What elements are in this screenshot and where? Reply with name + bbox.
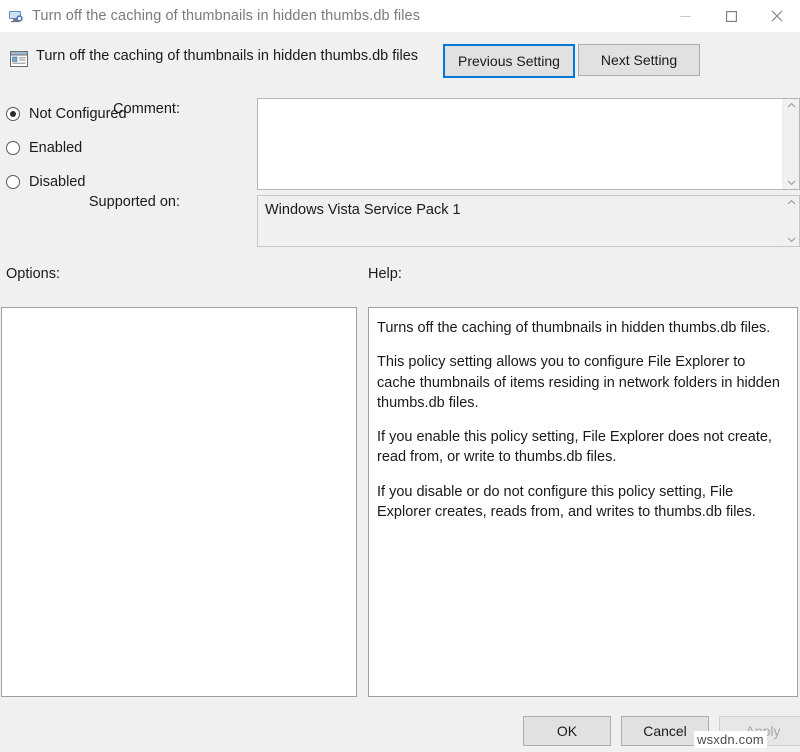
supported-on-field: Windows Vista Service Pack 1 <box>257 195 800 247</box>
watermark: wsxdn.com <box>694 731 767 748</box>
chevron-down-icon[interactable] <box>787 179 796 186</box>
help-text: Turns off the caching of thumbnails in h… <box>369 308 797 696</box>
policy-state-group: Not Configured Enabled Disabled <box>6 103 146 205</box>
options-panel[interactable] <box>1 307 357 697</box>
comment-label: Comment: <box>70 101 180 117</box>
help-paragraph: Turns off the caching of thumbnails in h… <box>377 318 785 338</box>
help-paragraph: This policy setting allows you to config… <box>377 352 785 413</box>
options-label: Options: <box>6 266 60 282</box>
window-controls <box>662 0 800 32</box>
help-paragraph: If you enable this policy setting, File … <box>377 427 785 468</box>
radio-label-enabled: Enabled <box>29 140 82 156</box>
chevron-up-icon[interactable] <box>787 199 796 206</box>
radio-mark-not-configured <box>6 107 20 121</box>
chevron-down-icon[interactable] <box>787 236 796 243</box>
next-setting-button[interactable]: Next Setting <box>578 44 700 76</box>
radio-disabled[interactable]: Disabled <box>6 171 146 193</box>
dialog-header: Turn off the caching of thumbnails in hi… <box>0 32 800 89</box>
previous-setting-button[interactable]: Previous Setting <box>443 44 575 78</box>
comment-scrollbar[interactable] <box>782 99 799 189</box>
maximize-icon[interactable] <box>708 0 754 32</box>
ok-button[interactable]: OK <box>523 716 611 746</box>
supported-on-value: Windows Vista Service Pack 1 <box>258 196 782 246</box>
policy-setting-icon <box>9 49 29 69</box>
radio-mark-enabled <box>6 141 20 155</box>
radio-enabled[interactable]: Enabled <box>6 137 146 159</box>
radio-mark-disabled <box>6 175 20 189</box>
window-title: Turn off the caching of thumbnails in hi… <box>32 8 420 24</box>
policy-window-icon <box>8 8 24 24</box>
comment-value[interactable] <box>258 99 782 189</box>
help-paragraph: If you disable or do not configure this … <box>377 482 785 523</box>
comment-field[interactable] <box>257 98 800 190</box>
setting-title: Turn off the caching of thumbnails in hi… <box>36 48 418 64</box>
minimize-icon[interactable] <box>662 0 708 32</box>
supported-on-label: Supported on: <box>70 194 180 210</box>
chevron-up-icon[interactable] <box>787 102 796 109</box>
help-label: Help: <box>368 266 402 282</box>
help-panel[interactable]: Turns off the caching of thumbnails in h… <box>368 307 798 697</box>
close-icon[interactable] <box>754 0 800 32</box>
radio-label-disabled: Disabled <box>29 174 85 190</box>
window-titlebar: Turn off the caching of thumbnails in hi… <box>0 0 800 32</box>
supported-on-scrollbar[interactable] <box>782 196 799 246</box>
